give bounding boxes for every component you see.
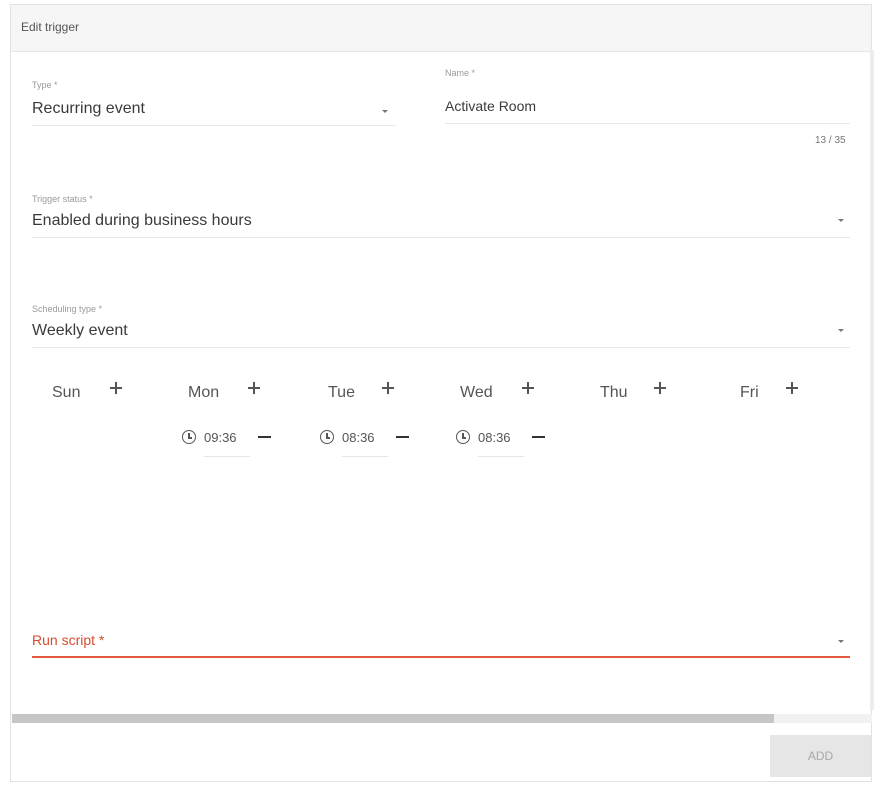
add-button[interactable]: ADD — [770, 735, 871, 777]
dialog-title: Edit trigger — [21, 20, 80, 34]
vertical-scrollbar[interactable] — [870, 50, 874, 710]
scheduling-type-underline — [32, 347, 850, 348]
day-label-wed: Wed — [460, 384, 493, 401]
name-field[interactable]: Name * Activate Room — [445, 68, 850, 124]
remove-time-mon-icon[interactable] — [258, 432, 272, 442]
run-script-label: Run script * — [32, 632, 105, 648]
remove-time-tue-icon[interactable] — [396, 432, 410, 442]
scheduling-type-value: Weekly event — [32, 322, 128, 339]
type-value: Recurring event — [32, 100, 145, 117]
name-label: Name * — [445, 68, 476, 78]
chevron-down-icon — [838, 219, 844, 222]
name-underline — [445, 123, 850, 124]
add-time-wed-icon[interactable] — [520, 380, 536, 396]
time-input-mon[interactable] — [204, 430, 250, 457]
add-time-thu-icon[interactable] — [652, 380, 668, 396]
trigger-status-value: Enabled during business hours — [32, 212, 252, 229]
name-value: Activate Room — [445, 98, 537, 114]
day-label-sun: Sun — [52, 384, 81, 401]
scheduling-type-label: Scheduling type * — [32, 304, 103, 314]
day-label-mon: Mon — [188, 384, 220, 401]
run-script-select[interactable] — [32, 624, 850, 660]
day-label-fri: Fri — [740, 384, 759, 401]
type-underline — [32, 125, 396, 126]
day-label-tue: Tue — [328, 384, 355, 401]
dialog-title-bar: Edit trigger — [11, 5, 871, 52]
scheduling-type-select[interactable]: Scheduling type * Weekly event — [32, 304, 850, 348]
remove-time-wed-icon[interactable] — [532, 432, 546, 442]
trigger-status-underline — [32, 237, 850, 238]
add-time-sun-icon[interactable] — [108, 380, 124, 396]
clock-icon — [320, 430, 334, 444]
time-input-tue[interactable] — [342, 430, 388, 457]
type-select[interactable]: Type * Recurring event — [32, 80, 396, 126]
type-label: Type * — [32, 80, 58, 90]
clock-icon — [456, 430, 470, 444]
chevron-down-icon — [838, 329, 844, 332]
run-script-error-underline — [32, 656, 850, 658]
add-time-mon-icon[interactable] — [246, 380, 262, 396]
clock-icon — [182, 430, 196, 444]
chevron-down-icon — [838, 640, 844, 643]
trigger-status-label: Trigger status * — [32, 194, 93, 204]
add-time-tue-icon[interactable] — [380, 380, 396, 396]
horizontal-scrollbar-thumb[interactable] — [12, 714, 774, 723]
name-char-counter: 13 / 35 — [815, 135, 846, 146]
chevron-down-icon — [382, 110, 388, 113]
time-input-wed[interactable] — [478, 430, 524, 457]
trigger-status-select[interactable]: Trigger status * Enabled during business… — [32, 194, 850, 238]
day-label-thu: Thu — [600, 384, 628, 401]
add-time-fri-icon[interactable] — [784, 380, 800, 396]
